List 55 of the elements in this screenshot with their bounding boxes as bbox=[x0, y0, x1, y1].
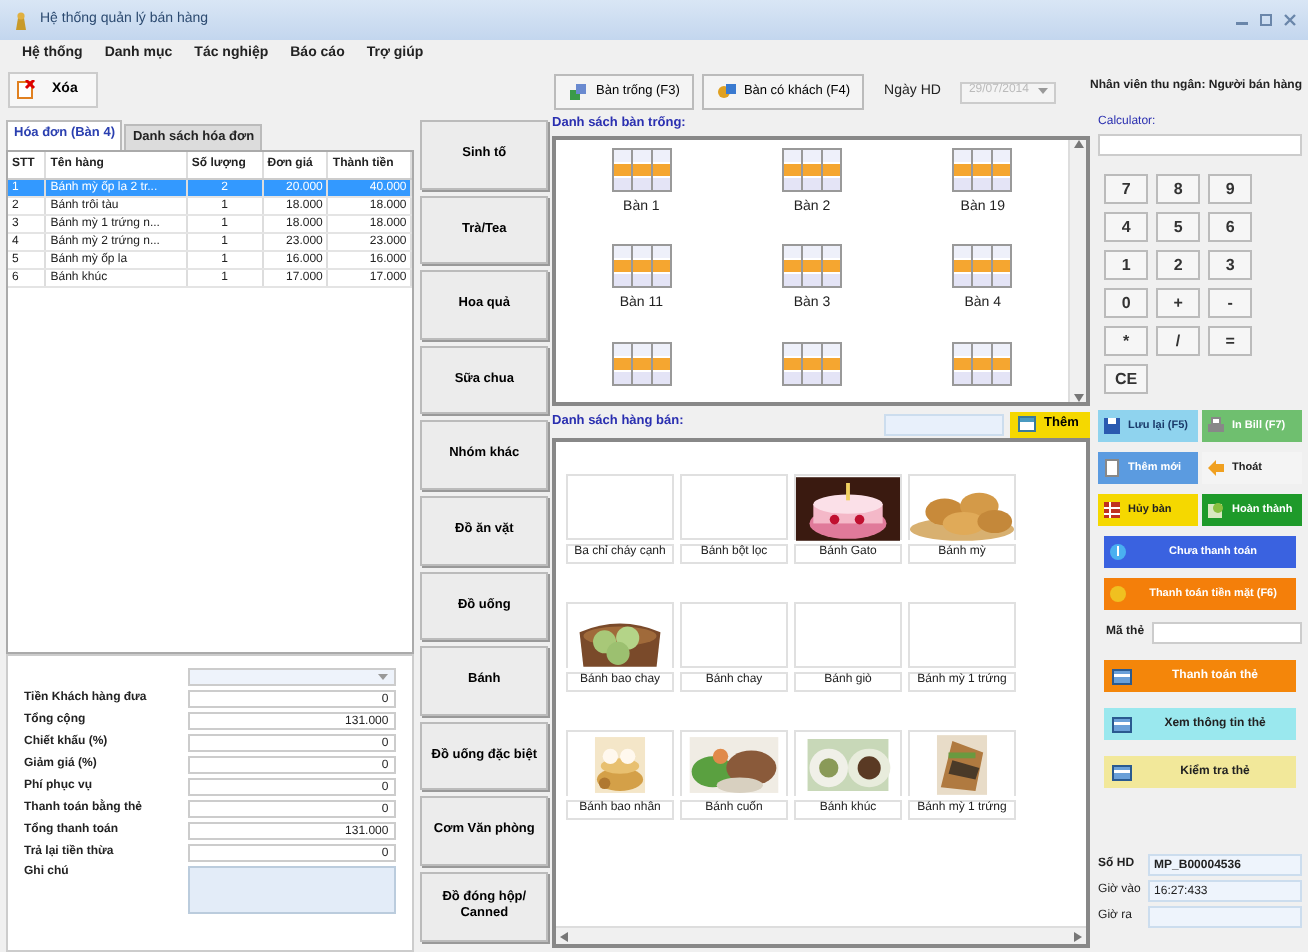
caret-icon bbox=[1038, 88, 1049, 96]
product-tile[interactable] bbox=[566, 730, 675, 796]
key-button[interactable]: / bbox=[1156, 326, 1201, 357]
note-field[interactable] bbox=[188, 865, 397, 914]
printer-icon bbox=[1206, 416, 1227, 437]
key-button[interactable]: * bbox=[1104, 326, 1149, 357]
key-button[interactable]: 0 bbox=[1104, 288, 1149, 319]
card-icon bbox=[1112, 763, 1133, 782]
maximize-button[interactable] bbox=[1260, 14, 1272, 26]
key-button[interactable]: 5 bbox=[1156, 212, 1201, 243]
arrow-icon bbox=[1206, 458, 1227, 479]
key-button[interactable]: = bbox=[1208, 326, 1253, 357]
product-tile[interactable] bbox=[794, 474, 903, 540]
product-tile[interactable] bbox=[566, 602, 675, 668]
app-icon bbox=[12, 11, 30, 29]
close-button[interactable] bbox=[1284, 14, 1296, 26]
search-field[interactable] bbox=[884, 413, 1005, 435]
document-icon bbox=[1102, 458, 1123, 479]
key-button[interactable]: 2 bbox=[1156, 250, 1201, 281]
grid-icon bbox=[1102, 500, 1123, 521]
key-button[interactable]: 1 bbox=[1104, 250, 1149, 281]
key-button[interactable]: 6 bbox=[1208, 212, 1253, 243]
scrollbar[interactable] bbox=[556, 926, 1087, 944]
dropdown[interactable] bbox=[188, 668, 397, 687]
scroll-up-icon[interactable] bbox=[1073, 140, 1084, 148]
scrollbar[interactable] bbox=[1068, 140, 1087, 402]
coin-icon bbox=[1108, 584, 1129, 605]
scroll-down-icon[interactable] bbox=[1073, 394, 1084, 402]
calculator-display[interactable] bbox=[1098, 134, 1302, 157]
product-tile[interactable] bbox=[908, 602, 1017, 668]
image-icon bbox=[1206, 500, 1227, 521]
key-button[interactable]: CE bbox=[1104, 364, 1149, 395]
input-field[interactable] bbox=[1148, 906, 1302, 928]
key-button[interactable]: 7 bbox=[1104, 174, 1149, 205]
product-tile[interactable] bbox=[908, 730, 1017, 796]
scroll-left-icon[interactable] bbox=[560, 931, 569, 941]
key-button[interactable]: 3 bbox=[1208, 250, 1253, 281]
product-tile[interactable] bbox=[794, 602, 903, 668]
card-field[interactable] bbox=[1152, 622, 1302, 645]
product-tile[interactable] bbox=[566, 474, 675, 540]
product-tile[interactable] bbox=[794, 730, 903, 796]
scroll-right-icon[interactable] bbox=[1074, 931, 1083, 941]
key-button[interactable]: 8 bbox=[1156, 174, 1201, 205]
key-button[interactable]: 9 bbox=[1208, 174, 1253, 205]
product-tile[interactable] bbox=[680, 730, 789, 796]
key-button[interactable]: 4 bbox=[1104, 212, 1149, 243]
calendar-icon bbox=[1018, 416, 1037, 432]
product-tile[interactable] bbox=[680, 474, 789, 540]
caret-icon bbox=[378, 673, 389, 682]
key-button[interactable]: - bbox=[1208, 288, 1253, 319]
delete-icon bbox=[16, 80, 36, 100]
product-tile[interactable] bbox=[908, 474, 1017, 540]
key-button[interactable]: + bbox=[1156, 288, 1201, 319]
product-tile[interactable] bbox=[680, 602, 789, 668]
card-icon bbox=[1112, 667, 1133, 686]
